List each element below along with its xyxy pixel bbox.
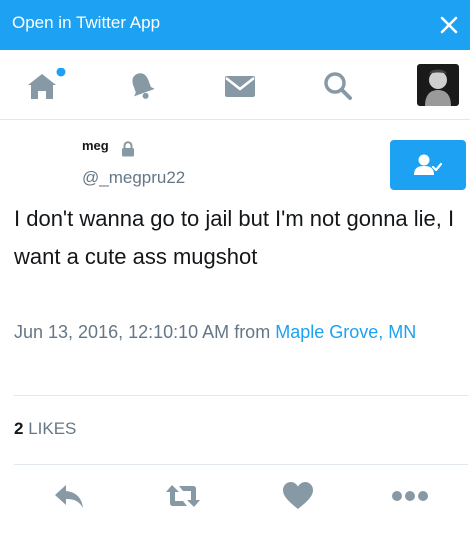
reply-icon bbox=[55, 485, 83, 508]
tweet-timestamp[interactable]: Jun 13, 2016, 12:10:10 AM bbox=[14, 322, 229, 342]
like-button[interactable] bbox=[282, 481, 314, 516]
avatar bbox=[417, 64, 459, 106]
reply-button[interactable] bbox=[52, 481, 86, 516]
display-name[interactable]: meg bbox=[82, 138, 109, 153]
notification-dot bbox=[56, 68, 66, 77]
likes-count: 2 bbox=[14, 419, 24, 438]
retweet-button[interactable] bbox=[163, 481, 203, 516]
lock-icon bbox=[121, 141, 135, 162]
bell-icon bbox=[132, 73, 155, 99]
envelope-icon bbox=[225, 76, 255, 97]
from-label: from bbox=[234, 322, 271, 342]
open-in-app-link[interactable]: Open in Twitter App bbox=[12, 13, 160, 33]
search-icon bbox=[324, 72, 352, 100]
likes-label: LIKES bbox=[28, 419, 77, 438]
tweet-text: I don't wanna go to jail but I'm not gon… bbox=[14, 206, 455, 269]
follow-button[interactable] bbox=[390, 140, 466, 190]
nav-notifications[interactable] bbox=[124, 68, 160, 104]
retweet-icon bbox=[166, 485, 200, 507]
user-handle[interactable]: @_megpru22 bbox=[82, 168, 185, 188]
nav-bar bbox=[0, 50, 470, 120]
user-follow-icon bbox=[414, 154, 442, 175]
tweet-metadata: Jun 13, 2016, 12:10:10 AM from Maple Gro… bbox=[14, 318, 454, 346]
nav-home[interactable] bbox=[24, 68, 66, 104]
more-button[interactable] bbox=[391, 481, 429, 516]
close-icon[interactable] bbox=[436, 12, 462, 38]
tweet-location[interactable]: Maple Grove, MN bbox=[275, 322, 416, 342]
more-icon bbox=[392, 491, 428, 501]
open-in-app-banner: Open in Twitter App bbox=[0, 0, 470, 50]
heart-icon bbox=[283, 482, 313, 509]
divider bbox=[14, 395, 468, 396]
nav-search[interactable] bbox=[320, 68, 356, 104]
likes-summary[interactable]: 2 LIKES bbox=[14, 419, 76, 439]
home-icon bbox=[28, 68, 66, 99]
nav-messages[interactable] bbox=[222, 68, 258, 104]
profile-avatar[interactable] bbox=[417, 64, 459, 106]
divider bbox=[14, 464, 468, 465]
